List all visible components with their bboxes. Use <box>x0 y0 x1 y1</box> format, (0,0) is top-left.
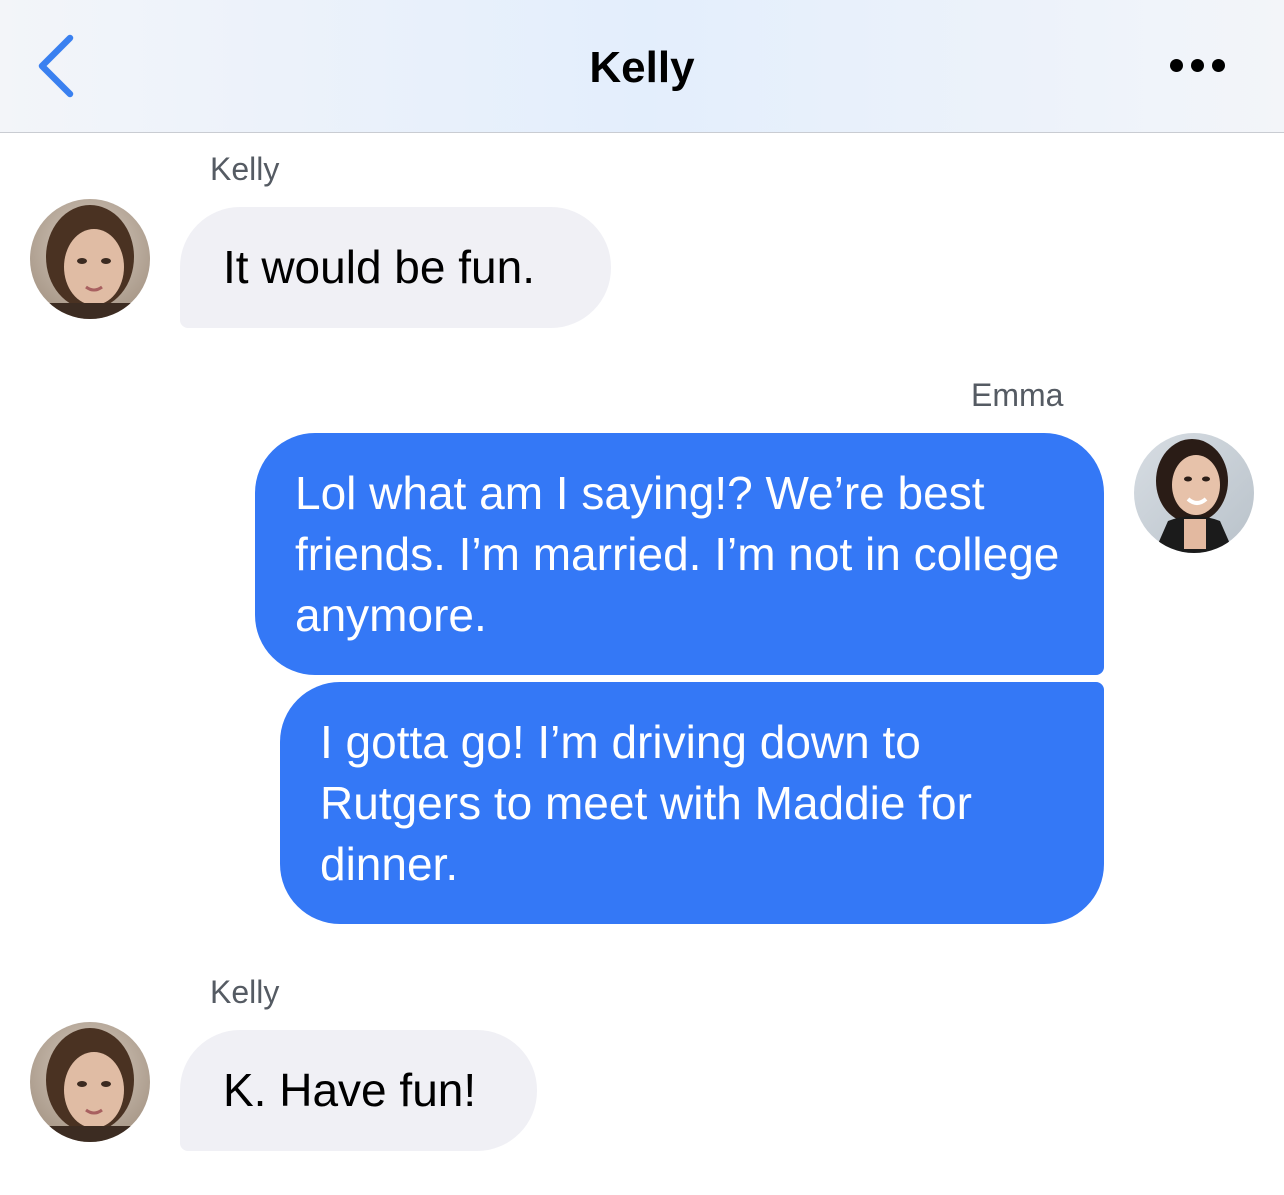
avatar[interactable] <box>30 1022 150 1142</box>
message-text: I gotta go! I’m driving down to Rutgers … <box>320 716 972 890</box>
message-bubble[interactable]: Lol what am I saying!? We’re best friend… <box>255 433 1104 675</box>
message-text: Lol what am I saying!? We’re best friend… <box>295 467 1060 641</box>
more-options-button[interactable] <box>1160 50 1236 80</box>
message-bubble[interactable]: It would be fun. <box>180 207 611 328</box>
chat-header: Kelly <box>0 0 1284 133</box>
chat-screen: Kelly Kelly It would be fun. Emma Lol wh… <box>0 0 1284 1195</box>
avatar[interactable] <box>30 199 150 319</box>
sender-name: Kelly <box>210 974 280 1010</box>
sender-name: Kelly <box>210 151 280 187</box>
message-text: It would be fun. <box>223 241 535 293</box>
message-text: K. Have fun! <box>223 1064 477 1116</box>
sender-name: Emma <box>971 377 1064 413</box>
chat-title: Kelly <box>589 43 695 92</box>
avatar[interactable] <box>1134 433 1254 553</box>
message-bubble[interactable]: I gotta go! I’m driving down to Rutgers … <box>280 682 1104 924</box>
message-bubble[interactable]: K. Have fun! <box>180 1030 537 1151</box>
